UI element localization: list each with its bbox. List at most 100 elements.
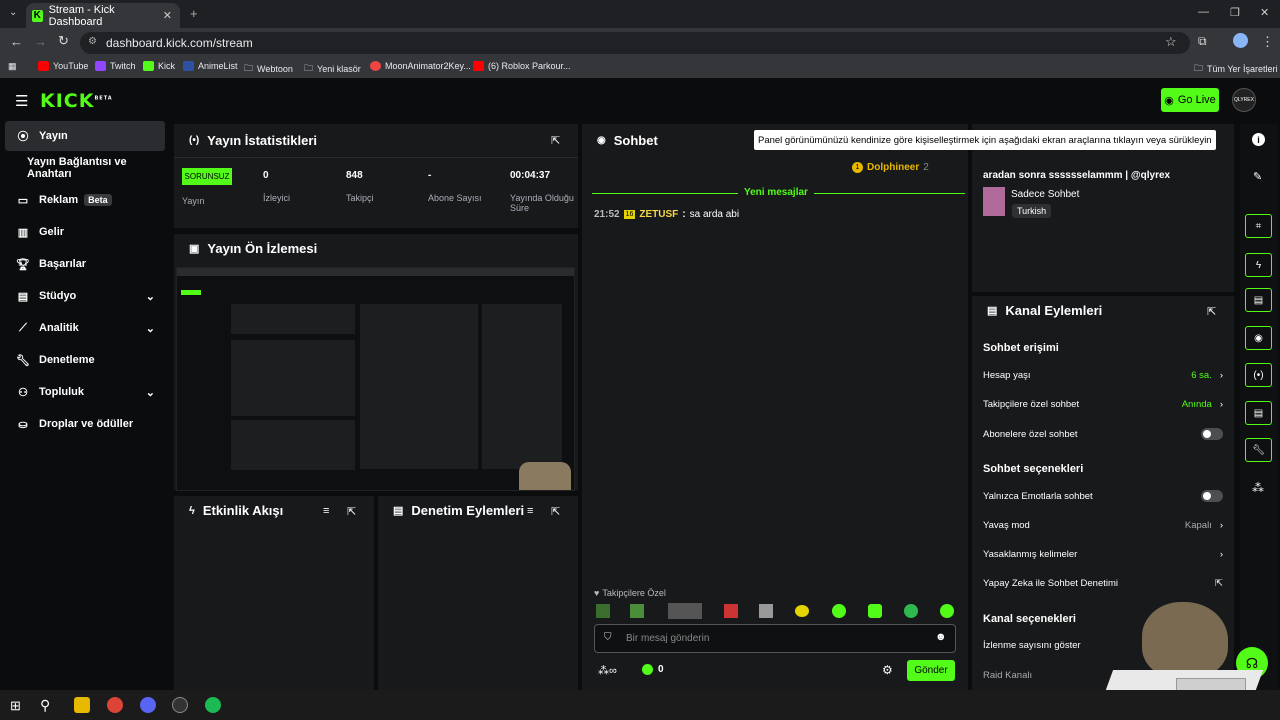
emote-icon[interactable] <box>832 604 846 618</box>
bookmark-moonanimator[interactable]: MoonAnimator2Key... <box>370 61 471 71</box>
tooltip: Panel görünümünüzü kendinize göre kişise… <box>754 130 1216 150</box>
chevron-down-icon: ⌄ <box>145 386 155 399</box>
tool-channel-button[interactable]: ▤ <box>1245 401 1272 425</box>
reload-icon[interactable]: ↻ <box>58 33 69 49</box>
popout-icon[interactable]: ⇱ <box>347 505 356 518</box>
user-avatar[interactable]: QLYREX <box>1232 88 1256 112</box>
subs-only-toggle[interactable] <box>1201 428 1223 440</box>
info-icon[interactable]: i <box>1252 133 1265 146</box>
slow-mode-row[interactable]: Yavaş mod Kapalı › <box>983 520 1223 531</box>
sub-badge: 16 <box>623 210 636 219</box>
filter-icon[interactable]: ≡ <box>323 505 329 517</box>
emote-icon[interactable] <box>759 604 773 618</box>
emote-icon[interactable] <box>668 603 702 619</box>
emote-icon[interactable] <box>904 604 918 618</box>
browser-tab[interactable]: K Stream - Kick Dashboard ✕ <box>26 3 180 28</box>
tool-settings-button[interactable]: 🔧︎ <box>1245 438 1272 462</box>
sidebar-item-topluluk[interactable]: ⚇ Topluluk ⌄ <box>5 377 165 407</box>
restore-icon[interactable]: ❐ <box>1230 6 1240 19</box>
popout-icon[interactable]: ⇱ <box>1207 305 1216 318</box>
window-close-icon[interactable]: ✕ <box>1260 6 1269 19</box>
points-icon[interactable]: ⁂∞ <box>598 664 617 677</box>
bookmark-star-icon[interactable]: ☆ <box>1165 34 1177 50</box>
bookmark-label: Tüm Yer İşaretleri <box>1207 64 1278 74</box>
bookmark-animelist[interactable]: AnimeList <box>183 61 238 71</box>
emote-icon[interactable] <box>795 605 809 617</box>
search-icon[interactable]: ⚲ <box>40 697 50 714</box>
windows-start-icon[interactable]: ⊞ <box>10 698 21 714</box>
top-chatter[interactable]: 1 Dolphineer 2 <box>852 162 929 173</box>
new-tab-icon[interactable]: + <box>190 6 198 21</box>
spotify-icon[interactable] <box>205 697 221 713</box>
bookmark-webtoon[interactable]: 🗀 Webtoon <box>244 61 293 77</box>
bookmark-roblox[interactable]: (6) Roblox Parkour... <box>473 61 571 71</box>
popout-icon[interactable]: ⇱ <box>551 134 560 147</box>
followers-only-row[interactable]: Takipçilere özel sohbet Anında › <box>983 399 1223 410</box>
discord-icon[interactable] <box>140 697 156 713</box>
tab-close-icon[interactable]: ✕ <box>163 9 172 22</box>
url-input[interactable]: dashboard.kick.com/stream <box>80 32 1190 54</box>
stream-category[interactable]: Sadece Sohbet <box>1011 189 1079 200</box>
bookmark-youtube[interactable]: YouTube <box>38 61 88 71</box>
popout-icon[interactable]: ⇱ <box>551 505 560 518</box>
settings-gear-icon[interactable]: ⚙ <box>882 663 893 677</box>
sidebar-label: Topluluk <box>39 386 85 398</box>
minimize-icon[interactable]: — <box>1198 6 1209 18</box>
ad-icon: ▭ <box>17 194 29 207</box>
all-bookmarks[interactable]: 🗀 Tüm Yer İşaretleri <box>1194 61 1278 77</box>
ai-moderation-row[interactable]: Yapay Zeka ile Sohbet Denetimi ⇱ <box>983 578 1223 589</box>
folder-icon: 🗀 <box>304 63 314 73</box>
category-thumbnail[interactable] <box>983 187 1005 216</box>
hamburger-menu-icon[interactable]: ☰ <box>15 92 28 110</box>
extensions-icon[interactable]: ⧉ <box>1198 34 1207 49</box>
sidebar-item-gelir[interactable]: ▥ Gelir <box>5 217 165 247</box>
chat-input[interactable]: ⛉ Bir mesaj gönderin ☻ <box>594 624 956 653</box>
emote-only-toggle[interactable] <box>1201 490 1223 502</box>
forward-icon[interactable]: → <box>34 34 47 49</box>
send-button[interactable]: Gönder <box>907 660 955 681</box>
apps-icon[interactable]: ▦ <box>8 61 17 72</box>
obs-icon[interactable] <box>172 697 188 713</box>
emote-icon[interactable] <box>630 604 644 618</box>
tool-activity-button[interactable]: ϟ <box>1245 253 1272 277</box>
stats-title: (•) Yayın İstatistikleri <box>189 133 317 148</box>
sidebar-item-basarilar[interactable]: 🏆︎ Başarılar <box>5 249 165 279</box>
sidebar-item-stream-key[interactable]: Yayın Bağlantısı ve Anahtarı <box>5 153 173 183</box>
profile-avatar[interactable] <box>1233 33 1248 48</box>
tab-list-icon[interactable]: ⌄ <box>9 7 17 18</box>
emoji-icon[interactable]: ☻ <box>935 631 947 643</box>
tool-clip-button[interactable]: ⌗ <box>1245 214 1272 238</box>
emote-icon[interactable] <box>596 604 610 618</box>
edit-pencil-icon[interactable]: ✎ <box>1253 170 1262 183</box>
bookmark-label: Webtoon <box>257 64 293 74</box>
bookmark-twitch[interactable]: Twitch <box>95 61 136 71</box>
banned-words-row[interactable]: Yasaklanmış kelimeler › <box>983 549 1223 560</box>
chrome-icon[interactable] <box>107 697 123 713</box>
bookmark-kick[interactable]: Kick <box>143 61 175 71</box>
go-live-button[interactable]: ◉ Go Live <box>1161 88 1219 112</box>
emote-icon[interactable] <box>940 604 954 618</box>
tool-chat-button[interactable]: ◉ <box>1245 326 1272 350</box>
points-icon[interactable]: ⁂ <box>1252 481 1264 495</box>
file-explorer-icon[interactable] <box>74 697 90 713</box>
tool-moderation-button[interactable]: ▤ <box>1245 288 1272 312</box>
menu-dots-icon[interactable]: ⋮ <box>1261 34 1274 50</box>
sidebar-item-denetleme[interactable]: 🔧︎ Denetleme <box>5 345 165 375</box>
kick-logo[interactable]: KICKBETA <box>40 90 113 112</box>
stream-preview-video[interactable] <box>176 267 575 491</box>
site-info-icon[interactable]: ⚙ <box>88 36 97 47</box>
message-user[interactable]: ZETUSF <box>639 209 678 220</box>
back-icon[interactable]: ← <box>10 34 23 49</box>
tool-stats-button[interactable]: (•) <box>1245 363 1272 387</box>
emote-icon[interactable] <box>724 604 738 618</box>
preview-title: ▣ Yayın Ön İzlemesi <box>189 241 317 256</box>
sidebar-item-droplar[interactable]: ⛀ Droplar ve ödüller <box>5 409 165 439</box>
emote-icon[interactable] <box>868 604 882 618</box>
sidebar-item-reklam[interactable]: ▭ Reklam Beta <box>5 185 165 215</box>
sidebar-item-studyo[interactable]: ▤ Stüdyo ⌄ <box>5 281 165 311</box>
bookmark-yeni-klasor[interactable]: 🗀 Yeni klasör <box>304 61 361 77</box>
account-age-row[interactable]: Hesap yaşı 6 sa. › <box>983 370 1223 381</box>
sidebar-item-analitik[interactable]: ⟋ Analitik ⌄ <box>5 313 165 343</box>
sidebar-item-yayin[interactable]: ⦿ Yayın <box>5 121 165 151</box>
filter-icon[interactable]: ≡ <box>527 505 533 517</box>
